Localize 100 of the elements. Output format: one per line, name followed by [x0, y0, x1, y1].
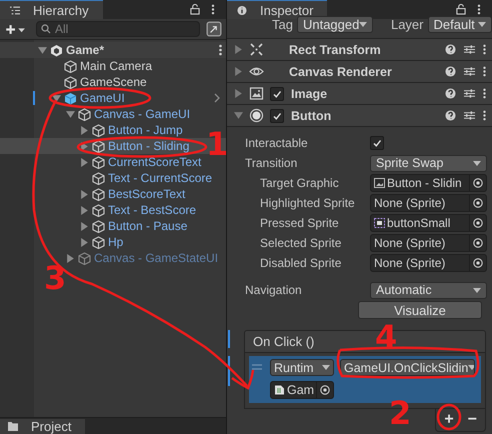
expand-arrow[interactable] [80, 222, 89, 230]
component-header[interactable]: Rect Transform [227, 39, 492, 61]
drag-handle-icon[interactable] [252, 364, 262, 370]
property-label: Navigation [245, 283, 303, 297]
expand-arrow[interactable] [234, 45, 243, 54]
function-dropdown[interactable]: GameUI.OnClickSlidin [340, 359, 475, 376]
collapse-arrow[interactable] [234, 111, 243, 120]
scene-view-icon[interactable] [206, 21, 222, 37]
collapse-arrow[interactable] [66, 110, 75, 118]
dropdown[interactable]: Sprite Swap [370, 154, 487, 172]
expand-arrow[interactable] [80, 190, 89, 198]
expand-arrow[interactable] [80, 238, 89, 246]
annotation-number: 4 [375, 321, 398, 353]
collapse-arrow[interactable] [52, 94, 61, 102]
layer-dropdown[interactable]: Default [428, 16, 492, 32]
more-icon[interactable] [219, 44, 222, 56]
item-label: CurrentScoreText [108, 155, 202, 169]
tree-item[interactable]: Text - CurrentScore [0, 170, 226, 186]
tree-item[interactable]: GameScene [0, 74, 226, 90]
object-picker-icon[interactable] [320, 385, 330, 395]
checkbox[interactable] [370, 136, 384, 150]
property-label: Selected Sprite [259, 236, 342, 250]
cube-icon [92, 204, 105, 216]
unity-icon [50, 44, 63, 56]
expand-arrow[interactable] [80, 142, 89, 150]
cube-icon [64, 60, 77, 72]
tag-dropdown[interactable]: Untagged [296, 16, 373, 32]
list-icon [10, 4, 20, 16]
cube-icon [64, 92, 77, 104]
component-header[interactable]: Button [227, 105, 492, 127]
caret-icon [359, 22, 368, 26]
component-header[interactable]: Canvas Renderer [227, 61, 492, 83]
runtime-dropdown[interactable]: Runtim [270, 359, 334, 376]
tree-item[interactable]: Game* [0, 42, 226, 58]
sliders-icon[interactable] [464, 88, 475, 99]
inspector-tab[interactable]: Inspector [227, 0, 328, 19]
tree-item[interactable]: Hp [0, 234, 226, 250]
help-icon[interactable] [445, 110, 456, 121]
checkmark-icon [272, 110, 282, 120]
tree-item[interactable]: Text - BestScore [0, 202, 226, 218]
cube-icon [78, 108, 91, 120]
tree-item[interactable]: Canvas - GameUI [0, 106, 226, 122]
more-icon[interactable] [483, 66, 486, 77]
expand-arrow[interactable] [80, 206, 89, 214]
image-icon [249, 86, 264, 101]
item-label: Text - BestScore [108, 203, 196, 217]
expand-arrow[interactable] [80, 158, 89, 166]
expand-arrow[interactable] [234, 89, 243, 98]
cube-icon [92, 156, 105, 168]
enable-checkbox[interactable] [270, 108, 284, 122]
dropdown[interactable]: Automatic [370, 282, 487, 298]
item-label: Main Camera [80, 59, 152, 73]
expand-arrow[interactable] [234, 67, 243, 76]
more-icon[interactable] [483, 110, 486, 121]
property-label: Pressed Sprite [259, 216, 340, 230]
expand-arrow[interactable] [80, 126, 89, 134]
help-icon[interactable] [445, 88, 456, 99]
sprite-icon [374, 218, 385, 228]
hierarchy-tab[interactable]: Hierarchy [0, 0, 103, 19]
rect-transform-icon [249, 42, 264, 57]
collapse-arrow[interactable] [38, 46, 47, 54]
more-icon[interactable] [483, 44, 486, 55]
visualize-button[interactable]: Visualize [358, 301, 482, 319]
item-label: BestScoreText [108, 187, 186, 201]
caret-icon [478, 22, 486, 26]
tree-item[interactable]: BestScoreText [0, 186, 226, 202]
tree-item[interactable]: Button - Pause [0, 218, 226, 234]
chevron-icon[interactable] [214, 93, 220, 103]
property-label: Target Graphic [259, 176, 340, 190]
tree-item[interactable]: Main Camera [0, 58, 226, 74]
caret-icon [468, 365, 474, 370]
sliders-icon[interactable] [464, 66, 475, 77]
component-name: Image [290, 86, 328, 100]
object-field[interactable]: Gam [270, 381, 334, 399]
component-name: Canvas Renderer [288, 64, 393, 78]
search-field[interactable]: All [36, 21, 200, 37]
tree-item[interactable]: GameUI [0, 90, 226, 106]
help-icon[interactable] [445, 44, 456, 55]
cube-icon [78, 252, 91, 264]
caret-icon [473, 288, 481, 292]
item-label: Text - CurrentScore [108, 171, 212, 185]
component-name: Rect Transform [288, 42, 382, 56]
object-field[interactable]: None (Sprite) [370, 254, 487, 272]
sliders-icon[interactable] [464, 44, 475, 55]
lock-icon[interactable] [190, 4, 200, 15]
object-field[interactable]: Button - Slidin [370, 174, 487, 192]
enable-checkbox[interactable] [270, 86, 284, 100]
help-icon[interactable] [445, 66, 456, 77]
project-tab[interactable]: Project [0, 419, 86, 434]
item-label: Button - Pause [108, 219, 188, 233]
sliders-icon[interactable] [464, 110, 475, 121]
object-field[interactable]: buttonSmall [370, 214, 487, 232]
component-header[interactable]: Image [227, 83, 492, 105]
more-icon[interactable] [483, 88, 486, 99]
image-icon [374, 178, 385, 188]
remove-button[interactable]: − [466, 411, 479, 429]
object-field[interactable]: None (Sprite) [370, 234, 487, 252]
cube-icon [92, 236, 105, 248]
lock-icon[interactable] [456, 4, 466, 15]
object-field[interactable]: None (Sprite) [370, 194, 487, 212]
